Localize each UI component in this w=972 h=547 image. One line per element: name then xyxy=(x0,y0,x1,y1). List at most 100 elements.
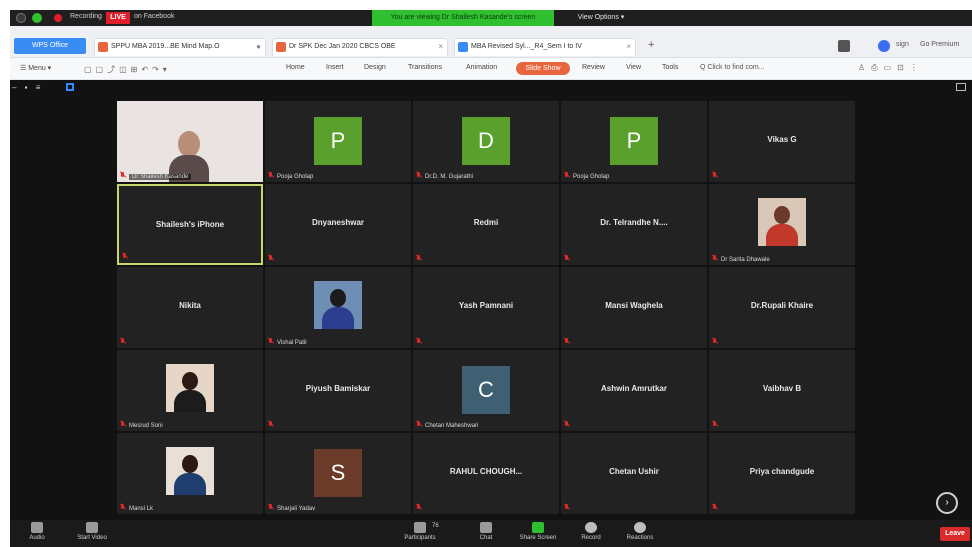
ribbon-right-icons[interactable]: ♙⎙▭⊡⋮ xyxy=(858,63,924,73)
participant-tile[interactable]: Nikita xyxy=(117,267,263,348)
next-page-button[interactable]: › xyxy=(936,492,958,514)
muted-mic-icon xyxy=(120,504,126,511)
ribbon-tab-design[interactable]: Design xyxy=(364,64,386,71)
participant-tile[interactable]: Vikas G xyxy=(709,101,855,182)
ribbon-toolbar: ☰ Menu ▾ ▢▢⤴◫⊞↶↷▾ Home Insert Design Tra… xyxy=(10,58,972,80)
gallery-view-icon[interactable] xyxy=(66,83,74,91)
document-tab-bar: WPS Office SPPU MBA 2019...BE Mind Map.O… xyxy=(10,26,972,58)
view-options-button[interactable]: View Options ▾ xyxy=(570,10,632,26)
participant-tile[interactable]: Mansi Lk xyxy=(117,433,263,514)
participant-tile[interactable]: Redmi xyxy=(413,184,559,265)
go-premium-link[interactable]: Go Premium xyxy=(920,41,959,48)
close-icon[interactable]: × xyxy=(626,39,631,55)
reactions-label: Reactions xyxy=(626,535,654,541)
record-dot-icon xyxy=(54,14,62,22)
participant-tile[interactable]: P Pooja Gholap xyxy=(561,101,707,182)
participant-name: Nikita xyxy=(179,301,201,310)
participant-tile[interactable]: S Sharjali Yadav xyxy=(265,433,411,514)
participant-tile[interactable]: Dr Shailesh Kasande xyxy=(117,101,263,182)
muted-mic-icon xyxy=(564,172,570,179)
live-badge[interactable]: LIVE xyxy=(106,12,130,24)
muted-mic-icon xyxy=(268,421,274,428)
participant-tile[interactable]: C Chetan Maheshwari xyxy=(413,350,559,431)
participant-name: Chetan Ushir xyxy=(609,467,659,476)
document-icon xyxy=(458,42,468,52)
ribbon-tab-animation[interactable]: Animation xyxy=(466,64,497,71)
participant-name: Vaibhav B xyxy=(762,384,802,393)
muted-mic-icon xyxy=(564,338,570,345)
participant-tile[interactable]: Dr Sarita Dhawale xyxy=(709,184,855,265)
command-search[interactable]: Q Click to find com... xyxy=(700,64,765,71)
participant-tile[interactable]: Chetan Ushir xyxy=(561,433,707,514)
start-video-button[interactable]: Start Video xyxy=(72,522,112,546)
quick-access-icons[interactable]: ▢▢⤴◫⊞↶↷▾ xyxy=(84,64,171,75)
muted-mic-icon xyxy=(564,255,570,262)
tab-mind-map[interactable]: SPPU MBA 2019...BE Mind Map.O ● xyxy=(94,38,266,56)
participant-tile[interactable]: Piyush Bamiskar xyxy=(265,350,411,431)
reactions-button[interactable]: Reactions xyxy=(620,522,660,546)
participant-tile[interactable]: Vishal Patil xyxy=(265,267,411,348)
tab-mba-syllabus[interactable]: MBA Revised Syl..._R4_Sem I to IV × xyxy=(454,38,636,56)
reactions-icon xyxy=(634,522,646,533)
meeting-toolbar: Audio Start Video Participants 76 Chat S… xyxy=(10,520,972,547)
record-button[interactable]: Record xyxy=(576,522,606,546)
participant-tile[interactable]: Mesrud Soni xyxy=(117,350,263,431)
new-tab-button[interactable]: + xyxy=(648,39,654,51)
participant-name: Yash Pamnani xyxy=(458,301,514,310)
zoom-top-bar: Recording LIVE on Facebook You are viewi… xyxy=(10,10,972,26)
participant-tile[interactable]: Vaibhav B xyxy=(709,350,855,431)
tab-cbcs-obe[interactable]: Dr SPK Dec Jan 2020 CBCS OBE × xyxy=(272,38,448,56)
participant-tile[interactable]: Ashwin Amrutkar xyxy=(561,350,707,431)
chat-icon xyxy=(480,522,492,533)
muted-mic-icon xyxy=(268,338,274,345)
participant-tile[interactable]: Priya chandgude xyxy=(709,433,855,514)
encryption-icon[interactable] xyxy=(32,13,42,23)
muted-mic-icon xyxy=(712,338,718,345)
window-layout-icon[interactable] xyxy=(838,40,850,52)
share-screen-button[interactable]: Share Screen xyxy=(514,522,562,546)
muted-mic-icon xyxy=(564,421,570,428)
wps-office-button[interactable]: WPS Office xyxy=(14,38,86,54)
ribbon-tab-view[interactable]: View xyxy=(626,64,641,71)
close-icon[interactable]: ● xyxy=(256,39,261,55)
participant-name: Piyush Bamiskar xyxy=(305,384,371,393)
ribbon-tab-review[interactable]: Review xyxy=(582,64,605,71)
participant-label: Sharjali Yadav xyxy=(277,506,316,512)
sign-in-label[interactable]: sign xyxy=(896,41,909,48)
participant-tile[interactable]: Mansi Waghela xyxy=(561,267,707,348)
fullscreen-icon[interactable] xyxy=(956,83,966,91)
participant-tile[interactable]: D Dr.D. M. Gujarathi xyxy=(413,101,559,182)
participant-avatar: P xyxy=(610,117,658,165)
participant-name: Dr.Rupali Khaire xyxy=(750,301,814,310)
participant-tile[interactable]: Dnyaneshwar xyxy=(265,184,411,265)
participant-label: Dr.D. M. Gujarathi xyxy=(425,174,474,180)
viewing-screen-banner: You are viewing Dr Shailesh Kasande's sc… xyxy=(372,10,554,26)
participant-tile[interactable]: P Pooja Gholap xyxy=(265,101,411,182)
participants-icon xyxy=(414,522,426,533)
menu-button[interactable]: ☰ Menu ▾ xyxy=(20,64,51,72)
shield-icon[interactable] xyxy=(16,13,26,23)
ribbon-tab-slide-show[interactable]: Slide Show xyxy=(516,62,570,75)
close-icon[interactable]: × xyxy=(438,39,443,55)
presentation-icon xyxy=(276,42,286,52)
leave-meeting-button[interactable]: Leave xyxy=(940,527,970,541)
participant-tile[interactable]: Dr.Rupali Khaire xyxy=(709,267,855,348)
minimize-controls[interactable]: – ▪ ≡ xyxy=(12,83,43,92)
ribbon-tab-tools[interactable]: Tools xyxy=(662,64,678,71)
ribbon-tab-transitions[interactable]: Transitions xyxy=(408,64,442,71)
ribbon-tab-insert[interactable]: Insert xyxy=(326,64,344,71)
account-icon[interactable] xyxy=(878,40,890,52)
ribbon-tab-home[interactable]: Home xyxy=(286,64,305,71)
participant-tile[interactable]: Dr. Telrandhe N.... xyxy=(561,184,707,265)
muted-mic-icon xyxy=(268,504,274,511)
audio-label: Audio xyxy=(29,535,45,541)
video-camera-icon xyxy=(86,522,98,533)
participant-tile[interactable]: RAHUL CHOUGH... xyxy=(413,433,559,514)
participant-tile[interactable]: Yash Pamnani xyxy=(413,267,559,348)
muted-mic-icon xyxy=(416,421,422,428)
record-icon xyxy=(585,522,597,533)
chat-button[interactable]: Chat xyxy=(472,522,500,546)
audio-button[interactable]: Audio xyxy=(24,522,50,546)
participant-photo xyxy=(166,447,214,495)
participant-tile[interactable]: Shailesh's iPhone xyxy=(117,184,263,265)
